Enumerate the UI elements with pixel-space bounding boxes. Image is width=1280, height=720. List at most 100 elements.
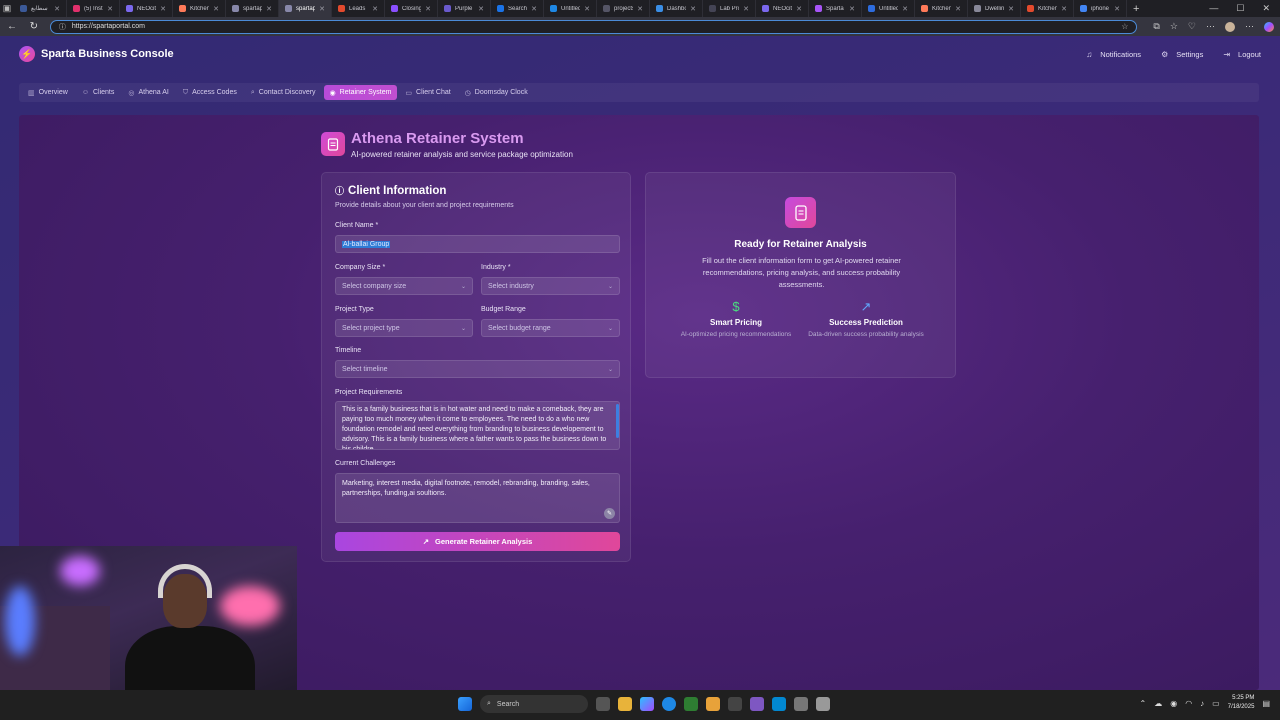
notifications-button[interactable]: ♫ Notifications: [1086, 50, 1141, 59]
nav-athena-ai[interactable]: ◎ Athena AI: [122, 85, 174, 100]
collections-icon[interactable]: ♡: [1188, 21, 1196, 32]
close-tab-icon[interactable]: ✕: [743, 5, 749, 13]
chevron-up-icon[interactable]: ⌃: [1140, 699, 1147, 708]
clock[interactable]: 5:25 PM 7/18/2025: [1228, 694, 1255, 712]
close-tab-icon[interactable]: ✕: [1114, 5, 1120, 13]
close-window-icon[interactable]: ✕: [1262, 3, 1270, 14]
browser-tab[interactable]: Closing ✕: [385, 0, 438, 17]
start-icon[interactable]: [458, 697, 472, 711]
requirements-textarea[interactable]: This is a family business that is in hot…: [335, 401, 620, 450]
logout-button[interactable]: ⇥ Logout: [1223, 50, 1261, 59]
project-type-select[interactable]: Select project type ⌄: [335, 319, 473, 337]
browser-menu-icon[interactable]: ⋯: [1206, 21, 1215, 32]
close-tab-icon[interactable]: ✕: [160, 5, 166, 13]
edge-icon[interactable]: [662, 697, 676, 711]
close-tab-icon[interactable]: ✕: [1061, 5, 1067, 13]
browser-tab[interactable]: Purple ✕: [438, 0, 491, 17]
browser-tab[interactable]: Lab Proj ✕: [703, 0, 756, 17]
notification-icon[interactable]: ▤: [1262, 699, 1270, 708]
browser-tab[interactable]: سطابع ✕: [14, 0, 67, 17]
nav-clients[interactable]: ☺ Clients: [76, 85, 121, 100]
back-icon[interactable]: ←: [6, 21, 18, 32]
browser-tab[interactable]: iphone ✕: [1074, 0, 1127, 17]
grammar-assistant-icon[interactable]: ✎: [604, 508, 615, 519]
browser-tab[interactable]: Dashbo ✕: [650, 0, 703, 17]
nav-client-chat[interactable]: ▭ Client Chat: [399, 85, 456, 100]
nav-contact-discovery[interactable]: ⌕ Contact Discovery: [245, 85, 322, 100]
close-tab-icon[interactable]: ✕: [213, 5, 219, 13]
industry-select[interactable]: Select industry ⌄: [481, 277, 620, 295]
favorites-icon[interactable]: ☆: [1170, 21, 1178, 32]
minimize-icon[interactable]: —: [1209, 3, 1218, 14]
timeline-select[interactable]: Select timeline ⌄: [335, 360, 620, 378]
client-name-input[interactable]: Al-ballai Group: [335, 235, 620, 253]
browser-tab[interactable]: Kitchen ✕: [1021, 0, 1074, 17]
app-icon[interactable]: [706, 697, 720, 711]
close-tab-icon[interactable]: ✕: [955, 5, 961, 13]
cloud-icon[interactable]: ☁: [1154, 699, 1162, 708]
bookmark-star-icon[interactable]: ☆: [1121, 22, 1128, 31]
browser-tab[interactable]: Sparta ✕: [809, 0, 862, 17]
app-icon[interactable]: [728, 697, 742, 711]
close-tab-icon[interactable]: ✕: [425, 5, 431, 13]
company-size-select[interactable]: Select company size ⌄: [335, 277, 473, 295]
nav-overview[interactable]: ▥ Overview: [22, 85, 74, 100]
volume-icon[interactable]: ♪: [1200, 699, 1204, 708]
more-icon[interactable]: ⋯: [1245, 21, 1254, 32]
file-explorer-icon[interactable]: [618, 697, 632, 711]
close-tab-icon[interactable]: ✕: [531, 5, 537, 13]
address-bar[interactable]: ⓘ https://spartaportal.com ☆: [49, 19, 1138, 34]
task-view-icon[interactable]: [596, 697, 610, 711]
app-icon[interactable]: [684, 697, 698, 711]
browser-tab[interactable]: Search ✕: [491, 0, 544, 17]
browser-tab[interactable]: projects ✕: [597, 0, 650, 17]
browser-tab[interactable]: spartapo ✕: [279, 0, 332, 17]
browser-tab[interactable]: spartape ✕: [226, 0, 279, 17]
network-icon[interactable]: ◉: [1170, 699, 1177, 708]
close-tab-icon[interactable]: ✕: [372, 5, 378, 13]
browser-tab[interactable]: Untitled ✕: [862, 0, 915, 17]
close-tab-icon[interactable]: ✕: [478, 5, 484, 13]
close-tab-icon[interactable]: ✕: [796, 5, 802, 13]
app-icon[interactable]: [816, 697, 830, 711]
close-tab-icon[interactable]: ✕: [1008, 5, 1014, 13]
close-tab-icon[interactable]: ✕: [107, 5, 113, 13]
nav-access-codes[interactable]: ⛉ Access Codes: [177, 85, 243, 100]
extensions-icon[interactable]: ⧉: [1153, 21, 1159, 32]
wifi-icon[interactable]: ◠: [1185, 699, 1192, 708]
close-tab-icon[interactable]: ✕: [584, 5, 590, 13]
generate-retainer-analysis-button[interactable]: ↗ Generate Retainer Analysis: [335, 532, 620, 551]
close-tab-icon[interactable]: ✕: [319, 5, 325, 13]
profile-avatar[interactable]: [1225, 21, 1235, 32]
close-tab-icon[interactable]: ✕: [266, 5, 272, 13]
app-icon[interactable]: [750, 697, 764, 711]
browser-tab[interactable]: NEOcity ✕: [756, 0, 809, 17]
browser-tab[interactable]: Dwelling✕: [968, 0, 1021, 17]
challenges-textarea[interactable]: Marketing, interest media, digital footn…: [335, 473, 620, 523]
close-tab-icon[interactable]: ✕: [637, 5, 643, 13]
taskbar-search[interactable]: ⌕ Search: [480, 695, 588, 713]
budget-range-select[interactable]: Select budget range ⌄: [481, 319, 620, 337]
new-tab-icon[interactable]: +: [1127, 3, 1145, 15]
browser-tab[interactable]: Kitchen ✕: [173, 0, 226, 17]
browser-tab[interactable]: Untitled ✕: [544, 0, 597, 17]
close-tab-icon[interactable]: ✕: [849, 5, 855, 13]
maximize-icon[interactable]: ☐: [1236, 3, 1244, 14]
nav-retainer-system[interactable]: ◉ Retainer System: [323, 85, 398, 100]
textarea-scrollbar[interactable]: [616, 404, 619, 438]
browser-tab[interactable]: NEOcity ✕: [120, 0, 173, 17]
site-info-icon[interactable]: ⓘ: [59, 22, 66, 32]
settings-icon[interactable]: [794, 697, 808, 711]
browser-tab[interactable]: (5) Instu ✕: [67, 0, 120, 17]
browser-tab[interactable]: Leads ✕: [332, 0, 385, 17]
battery-icon[interactable]: ▭: [1212, 699, 1220, 708]
nav-doomsday-clock[interactable]: ◷ Doomsday Clock: [459, 85, 534, 100]
settings-button[interactable]: ⚙ Settings: [1161, 50, 1203, 59]
copilot-icon[interactable]: [1264, 21, 1274, 32]
close-tab-icon[interactable]: ✕: [690, 5, 696, 13]
window-menu-icon[interactable]: ▣: [0, 3, 14, 14]
refresh-icon[interactable]: ↻: [28, 21, 40, 32]
copilot-taskbar-icon[interactable]: [640, 697, 654, 711]
close-tab-icon[interactable]: ✕: [54, 5, 60, 13]
close-tab-icon[interactable]: ✕: [902, 5, 908, 13]
